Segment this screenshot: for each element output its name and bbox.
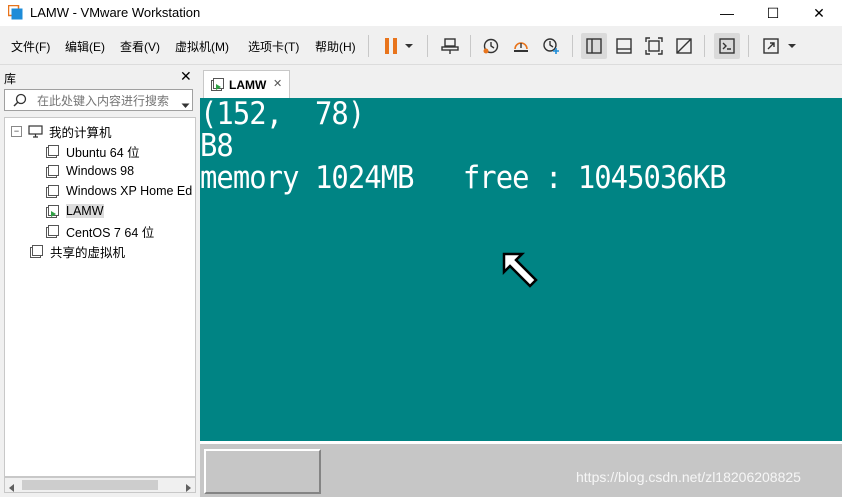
mouse-cursor-icon: [502, 252, 538, 288]
tab-lamw[interactable]: LAMW ✕: [203, 70, 290, 98]
tree-label: 共享的虚拟机: [50, 245, 126, 260]
stretch-guest-button[interactable]: [758, 33, 784, 59]
library-search-box[interactable]: [4, 89, 193, 111]
window-title: LAMW - VMware Workstation: [30, 5, 201, 20]
computer-icon: [28, 124, 43, 138]
vm-console-screen[interactable]: (152, 78) B8 memory 1024MB free : 104503…: [200, 98, 842, 441]
send-ctrl-alt-del-button[interactable]: [437, 33, 463, 59]
search-input[interactable]: [37, 94, 177, 108]
vm-icon: [46, 184, 59, 198]
toolbar-separator: [748, 35, 749, 57]
vm-icon: [46, 144, 59, 158]
title-bar: LAMW - VMware Workstation — ☐ ✕: [0, 0, 842, 26]
minimize-button[interactable]: —: [704, 0, 750, 26]
tree-horizontal-scrollbar[interactable]: [4, 477, 196, 493]
tree-label: Windows 98: [66, 164, 135, 178]
shared-vms-icon: [30, 244, 43, 258]
collapse-toggle-icon[interactable]: −: [11, 125, 22, 137]
vm-output-line: memory 1024MB free : 1045036KB: [200, 160, 727, 196]
tree-label: Windows XP Home Ed: [66, 184, 193, 198]
toolbar-separator: [427, 35, 428, 57]
maximize-button[interactable]: ☐: [750, 0, 796, 26]
snapshot-clock-icon: [483, 38, 499, 54]
vm-output-line: B8: [200, 128, 234, 164]
tree-item-vm-selected[interactable]: LAMW: [5, 201, 195, 221]
tree-item-shared[interactable]: 共享的虚拟机: [5, 241, 195, 261]
vm-output-line: (152, 78): [200, 98, 365, 132]
unity-button[interactable]: [671, 33, 697, 59]
fullscreen-icon: [645, 37, 663, 55]
tab-label: LAMW: [229, 78, 267, 92]
console-view-button[interactable]: [714, 33, 740, 59]
revert-icon: [514, 42, 528, 52]
vm-icon: [46, 164, 59, 178]
console-icon: [719, 38, 735, 54]
chevron-down-icon: [405, 44, 413, 48]
scroll-right-icon[interactable]: [185, 481, 191, 495]
stretch-dropdown-button[interactable]: [784, 33, 800, 59]
thumbnail-panel-icon: [616, 38, 632, 54]
vm-running-icon: [211, 78, 224, 94]
menu-file[interactable]: 文件(F): [11, 38, 50, 55]
pause-icon: [385, 38, 397, 54]
power-dropdown-button[interactable]: [400, 33, 418, 59]
toolbar-separator: [470, 35, 471, 57]
library-panel-icon: [586, 38, 602, 54]
menu-help[interactable]: 帮助(H): [315, 38, 356, 55]
snapshot-manager-icon: [543, 38, 559, 54]
scroll-left-icon[interactable]: [9, 481, 15, 495]
guest-taskbar-button[interactable]: [204, 449, 321, 494]
revert-snapshot-button[interactable]: [508, 33, 534, 59]
minimize-icon: —: [720, 5, 734, 21]
tree-label: 我的计算机: [49, 125, 112, 140]
snapshot-manager-button[interactable]: [538, 33, 564, 59]
stretch-icon: [763, 38, 779, 54]
tree-label: CentOS 7 64 位: [66, 225, 155, 240]
search-icon: [13, 93, 27, 110]
tree-item-vm[interactable]: Ubuntu 64 位: [5, 141, 195, 161]
show-library-button[interactable]: [581, 33, 607, 59]
library-close-button[interactable]: ✕: [180, 68, 192, 85]
thumbnail-bar-button[interactable]: [611, 33, 637, 59]
search-dropdown-icon[interactable]: [181, 98, 190, 112]
network-send-icon: [441, 38, 459, 54]
toolbar-separator: [572, 35, 573, 57]
toolbar-separator: [368, 35, 369, 57]
scroll-thumb[interactable]: [22, 480, 158, 490]
tree-item-vm[interactable]: Windows 98: [5, 161, 195, 181]
watermark-text: https://blog.csdn.net/zl18206208825: [576, 469, 801, 485]
unity-disabled-icon: [676, 38, 692, 54]
maximize-icon: ☐: [766, 4, 780, 21]
tree-label: Ubuntu 64 位: [66, 145, 140, 160]
menu-view[interactable]: 查看(V): [120, 38, 160, 55]
vmware-app-icon: [7, 4, 23, 20]
chevron-down-icon: [788, 44, 796, 48]
close-window-button[interactable]: ✕: [796, 0, 842, 26]
tab-close-icon[interactable]: ✕: [273, 77, 282, 90]
tab-strip: [200, 65, 842, 97]
tree-item-vm[interactable]: CentOS 7 64 位: [5, 221, 195, 241]
library-tree: − 我的计算机 Ubuntu 64 位 Windows 98 Windows X…: [4, 117, 196, 477]
vm-running-icon: [46, 204, 59, 218]
menu-tabs[interactable]: 选项卡(T): [248, 38, 299, 55]
tree-item-my-computer[interactable]: − 我的计算机: [5, 121, 195, 141]
fullscreen-button[interactable]: [641, 33, 667, 59]
menu-vm[interactable]: 虚拟机(M): [175, 38, 229, 55]
toolbar-separator: [704, 35, 705, 57]
menu-edit[interactable]: 编辑(E): [65, 38, 105, 55]
close-icon: ✕: [813, 4, 825, 21]
tree-item-vm[interactable]: Windows XP Home Ed: [5, 181, 195, 201]
library-title: 库: [4, 72, 17, 86]
library-header: 库 ✕: [0, 65, 196, 87]
vm-icon: [46, 224, 59, 238]
snapshot-button[interactable]: [478, 33, 504, 59]
menu-toolbar: 文件(F) 编辑(E) 查看(V) 虚拟机(M) 选项卡(T) 帮助(H): [0, 26, 842, 65]
tree-label: LAMW: [66, 204, 104, 218]
